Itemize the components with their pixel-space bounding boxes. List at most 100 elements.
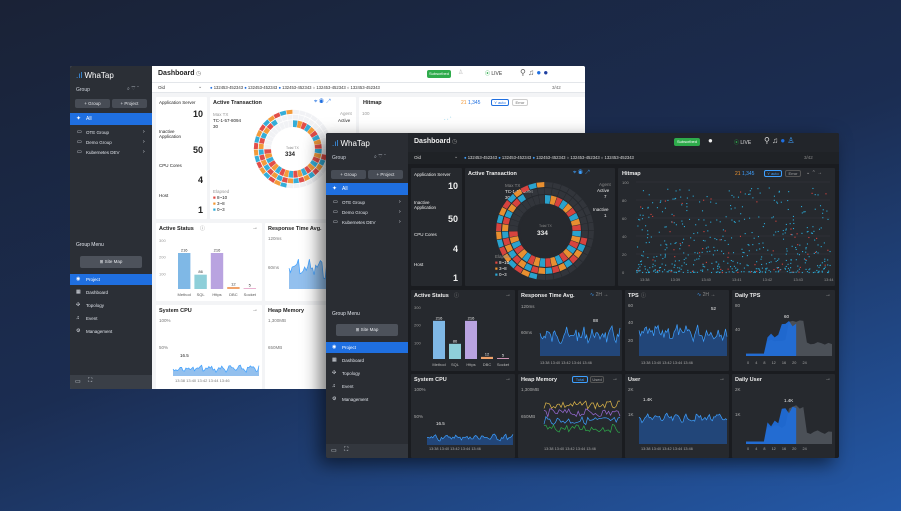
sidebar-item-all[interactable]: ✦ All <box>70 113 152 125</box>
hitmap-dot <box>636 246 639 248</box>
nav-event[interactable]: ♫ Event <box>70 313 152 324</box>
sidebar-item-group[interactable]: ▭ OTE Group › <box>70 128 152 138</box>
hitmap-dot <box>772 250 774 252</box>
sidebar-item-all[interactable]: ✦ All <box>326 183 408 195</box>
nav-topology[interactable]: ✣ Topology <box>70 300 152 311</box>
expand-icon[interactable]: → <box>505 376 511 382</box>
error-filter[interactable]: Error <box>512 99 528 106</box>
chevron-down-icon[interactable]: ⌄ <box>454 154 458 160</box>
hitmap-dot <box>679 270 681 272</box>
group-tools-icon[interactable]: ⌕ ▽ ⌃ <box>374 154 386 160</box>
oid-list[interactable]: ● 132453-452343 ● 132453-452343 ● 132453… <box>210 85 380 90</box>
site-map-button[interactable]: ⊞ Site Map <box>80 256 142 268</box>
sidebar-item-group[interactable]: ▭ Demo Group › <box>70 138 152 148</box>
nav-dashboard[interactable]: ▦ Dashboard <box>70 287 152 298</box>
donut-segment <box>509 225 518 231</box>
hitmap-dot <box>790 228 792 230</box>
page-indicator: 3/42 <box>804 155 813 160</box>
heap-series-line <box>543 400 621 410</box>
range-toggle[interactable]: ∿ 2H → <box>590 292 608 298</box>
alert-icons[interactable]: ⚲ ♫ ● ● <box>520 68 548 77</box>
hitmap-dot <box>683 252 685 254</box>
hitmap-dot <box>670 243 672 245</box>
alert-icons[interactable]: ⚲ ♫ ● ♙ <box>764 136 795 145</box>
hitmap-dot <box>755 268 757 270</box>
hitmap-dot <box>750 271 752 273</box>
expand-icon[interactable]: → <box>612 376 618 382</box>
monitor-icon[interactable]: ▭ <box>331 447 337 454</box>
nav-label: Event <box>86 316 98 321</box>
used-toggle[interactable]: Used <box>590 376 604 383</box>
user-icon[interactable]: ● <box>708 136 713 145</box>
fullscreen-icon[interactable]: ⛶ <box>344 447 348 454</box>
monitor-icon[interactable]: ▭ <box>75 378 81 385</box>
hitmap-dot <box>671 213 673 215</box>
y-tick-label: 80 <box>622 198 627 203</box>
donut-segment <box>537 274 545 280</box>
hitmap-dot <box>787 208 789 211</box>
group-menu-title: Group Menu <box>76 242 104 248</box>
hitmap-dot <box>797 253 799 255</box>
y-auto-button[interactable]: Y auto <box>491 99 509 106</box>
oid-list[interactable]: ● 132453-452343 ● 132453-452343 ● 132453… <box>464 155 634 160</box>
expand-icon[interactable]: → <box>252 307 258 313</box>
hitmap-dot <box>730 237 733 239</box>
user-area <box>639 413 727 444</box>
info-icon[interactable]: ◷ <box>452 138 457 145</box>
donut-segment <box>553 272 562 280</box>
hitmap-dot <box>653 256 655 258</box>
panel-tools-icon[interactable]: ⌖ ◉ ↗ <box>573 170 589 177</box>
info-icon[interactable]: ◷ <box>196 70 201 77</box>
hitmap-dot <box>730 205 732 207</box>
subscribed-badge[interactable]: Subscribed <box>674 138 700 146</box>
chevron-down-icon[interactable]: ⌄ <box>198 84 202 90</box>
site-map-button[interactable]: ⊞ Site Map <box>336 324 398 336</box>
hitmap-dot <box>673 215 675 217</box>
info-icon[interactable]: ⓘ <box>641 292 646 299</box>
nav-management[interactable]: ⚙ Management <box>70 326 152 337</box>
hitmap-dot <box>692 271 695 273</box>
nav-project[interactable]: ◉ Project <box>70 274 152 285</box>
nav-management[interactable]: ⚙ Management <box>326 394 408 405</box>
add-group-button[interactable]: + Group <box>75 99 110 108</box>
add-project-button[interactable]: + Project <box>368 170 403 179</box>
hitmap-dot <box>642 255 644 257</box>
hitmap-dot <box>658 231 660 233</box>
expand-icon[interactable]: → <box>719 376 725 382</box>
fullscreen-icon[interactable]: ⛶ <box>88 378 92 385</box>
add-group-button[interactable]: + Group <box>331 170 366 179</box>
hitmap-dot <box>674 260 676 262</box>
total-toggle[interactable]: Total <box>572 376 588 383</box>
nav-label: Dashboard <box>342 358 365 363</box>
live-toggle[interactable]: ⦿ LIVE <box>485 70 502 77</box>
live-toggle[interactable]: ⦿ LIVE <box>734 139 751 146</box>
donut-segment <box>287 120 293 128</box>
oid-filter[interactable]: Oid <box>414 155 421 160</box>
add-project-button[interactable]: + Project <box>112 99 147 108</box>
sidebar-item-group[interactable]: ▭ OTE Group › <box>326 198 408 208</box>
sidebar-item-group[interactable]: ▭ Demo Group › <box>326 208 408 218</box>
panel-tools-icon[interactable]: ⌖ ◉ ↗ <box>314 99 330 106</box>
hitmap-dot <box>657 271 659 274</box>
hitmap-dot <box>639 219 641 221</box>
oid-filter[interactable]: Oid <box>158 85 165 90</box>
donut-segment <box>496 214 504 224</box>
range-toggle[interactable]: ∿ 2H → <box>697 292 715 298</box>
y-tick: 1,300MB <box>268 318 287 323</box>
subscribed-badge[interactable]: Subscribed <box>427 70 451 78</box>
group-tools-icon[interactable]: ⌕ ▽ ⌃ <box>127 86 139 92</box>
nav-event[interactable]: ♫ Event <box>326 381 408 392</box>
hitmap-dot <box>744 193 746 195</box>
expand-icon[interactable]: → <box>825 376 831 382</box>
hitmap-dot <box>773 199 775 201</box>
sidebar-item-group[interactable]: ▭ Kubernetes DEV › <box>70 148 152 158</box>
nav-project[interactable]: ◉ Project <box>326 342 408 353</box>
user-icon[interactable]: ♙ <box>458 69 463 76</box>
nav-dashboard[interactable]: ▦ Dashboard <box>326 355 408 366</box>
hitmap-dot <box>744 233 746 235</box>
folder-icon: ▭ <box>77 129 82 135</box>
nav-topology[interactable]: ✣ Topology <box>326 368 408 379</box>
sidebar-item-group[interactable]: ▭ Kubernetes DEV › <box>326 218 408 228</box>
hitmap-dot <box>664 269 666 271</box>
expand-icon[interactable]: → <box>825 292 831 298</box>
